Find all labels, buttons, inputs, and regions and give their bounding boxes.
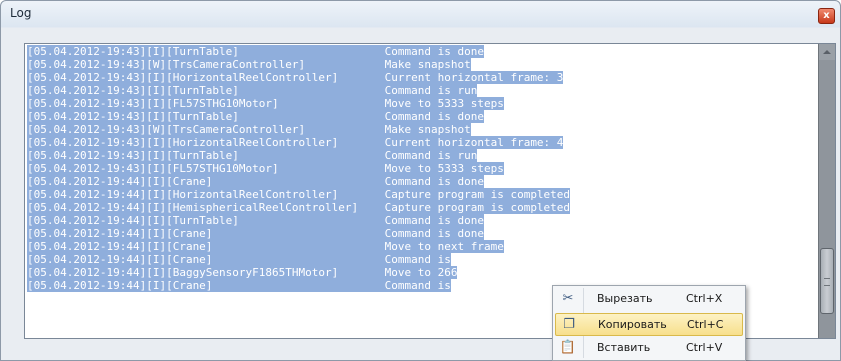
- log-line-text: [05.04.2012-19:43][I][TurnTable] Command…: [27, 84, 478, 97]
- log-line[interactable]: [05.04.2012-19:44][I][Crane] Command is …: [27, 175, 817, 188]
- log-line[interactable]: [05.04.2012-19:43][I][FL57STHG10Motor] M…: [27, 97, 817, 110]
- log-line-text: [05.04.2012-19:44][I][HorizontalReelCont…: [27, 188, 571, 201]
- log-line[interactable]: [05.04.2012-19:44][I][Crane] Move to nex…: [27, 240, 817, 253]
- log-line-text: [05.04.2012-19:44][I][Crane] Command is: [27, 279, 451, 292]
- menu-item-shortcut: Ctrl+X: [686, 292, 723, 305]
- menu-item-shortcut: Ctrl+C: [687, 318, 724, 331]
- log-line-text: [05.04.2012-19:44][I][BaggySensoryF1865T…: [27, 266, 458, 279]
- menu-item-label: Вырезать: [597, 292, 653, 305]
- log-line-text: [05.04.2012-19:43][W][TrsCameraControlle…: [27, 58, 471, 71]
- menu-item-cut[interactable]: ✂ Вырезать Ctrl+X: [555, 288, 743, 311]
- log-line[interactable]: [05.04.2012-19:43][I][TurnTable] Command…: [27, 149, 817, 162]
- log-line-text: [05.04.2012-19:43][I][TurnTable] Command…: [27, 149, 478, 162]
- log-line[interactable]: [05.04.2012-19:43][I][TurnTable] Command…: [27, 110, 817, 123]
- close-icon: x: [823, 10, 830, 21]
- log-line[interactable]: [05.04.2012-19:43][I][FL57STHG10Motor] M…: [27, 162, 817, 175]
- log-line[interactable]: [05.04.2012-19:44][I][Crane] Command is: [27, 253, 817, 266]
- scissors-icon: ✂: [562, 291, 574, 306]
- log-line[interactable]: [05.04.2012-19:44][I][Crane] Command is …: [27, 227, 817, 240]
- log-window: Log x [05.04.2012-19:43][I][TurnTable] C…: [0, 0, 841, 361]
- menu-item-shortcut: Ctrl+V: [686, 341, 723, 354]
- vertical-scrollbar[interactable]: [818, 44, 835, 338]
- scrollbar-thumb[interactable]: [820, 248, 834, 314]
- log-line[interactable]: [05.04.2012-19:44][I][HorizontalReelCont…: [27, 188, 817, 201]
- log-line-text: [05.04.2012-19:43][I][TurnTable] Command…: [27, 110, 484, 123]
- log-line-text: [05.04.2012-19:44][I][TurnTable] Command…: [27, 214, 484, 227]
- log-line[interactable]: [05.04.2012-19:44][I][HemisphericalReelC…: [27, 201, 817, 214]
- menu-item-label: Вставить: [597, 341, 651, 354]
- log-line[interactable]: [05.04.2012-19:43][W][TrsCameraControlle…: [27, 123, 817, 136]
- log-line-text: [05.04.2012-19:44][I][HemisphericalReelC…: [27, 201, 571, 214]
- paste-icon: 📋: [559, 340, 577, 355]
- log-line-text: [05.04.2012-19:43][I][HorizontalReelCont…: [27, 71, 564, 84]
- log-line-text: [05.04.2012-19:43][I][FL57STHG10Motor] M…: [27, 97, 504, 110]
- close-button[interactable]: x: [818, 8, 835, 24]
- menu-item-label: Копировать: [598, 318, 667, 331]
- title-bar[interactable]: Log x: [1, 1, 840, 28]
- scroll-up-arrow-icon[interactable]: [819, 44, 835, 60]
- menu-item-paste[interactable]: 📋 Вставить Ctrl+V: [555, 337, 743, 360]
- log-line-text: [05.04.2012-19:43][I][FL57STHG10Motor] M…: [27, 162, 504, 175]
- log-line[interactable]: [05.04.2012-19:44][I][BaggySensoryF1865T…: [27, 266, 817, 279]
- log-line-text: [05.04.2012-19:44][I][Crane] Command is: [27, 253, 451, 266]
- log-line-text: [05.04.2012-19:44][I][Crane] Command is …: [27, 227, 484, 240]
- log-line[interactable]: [05.04.2012-19:43][I][TurnTable] Command…: [27, 84, 817, 97]
- log-line[interactable]: [05.04.2012-19:43][I][HorizontalReelCont…: [27, 71, 817, 84]
- log-line-text: [05.04.2012-19:43][W][TrsCameraControlle…: [27, 123, 471, 136]
- log-line-text: [05.04.2012-19:44][I][Crane] Move to nex…: [27, 240, 504, 253]
- log-line[interactable]: [05.04.2012-19:43][I][TurnTable] Command…: [27, 45, 817, 58]
- context-menu: ✂ Вырезать Ctrl+X ❐ Копировать Ctrl+C 📋 …: [552, 285, 746, 361]
- log-line[interactable]: [05.04.2012-19:43][I][HorizontalReelCont…: [27, 136, 817, 149]
- log-line[interactable]: [05.04.2012-19:43][W][TrsCameraControlle…: [27, 58, 817, 71]
- window-title: Log: [10, 6, 32, 20]
- log-line-text: [05.04.2012-19:43][I][TurnTable] Command…: [27, 45, 484, 58]
- copy-icon: ❐: [563, 317, 575, 332]
- log-line[interactable]: [05.04.2012-19:44][I][TurnTable] Command…: [27, 214, 817, 227]
- menu-item-copy[interactable]: ❐ Копировать Ctrl+C: [555, 313, 743, 336]
- grip-icon: [824, 278, 830, 286]
- log-line-text: [05.04.2012-19:43][I][HorizontalReelCont…: [27, 136, 564, 149]
- log-line-text: [05.04.2012-19:44][I][Crane] Command is …: [27, 175, 484, 188]
